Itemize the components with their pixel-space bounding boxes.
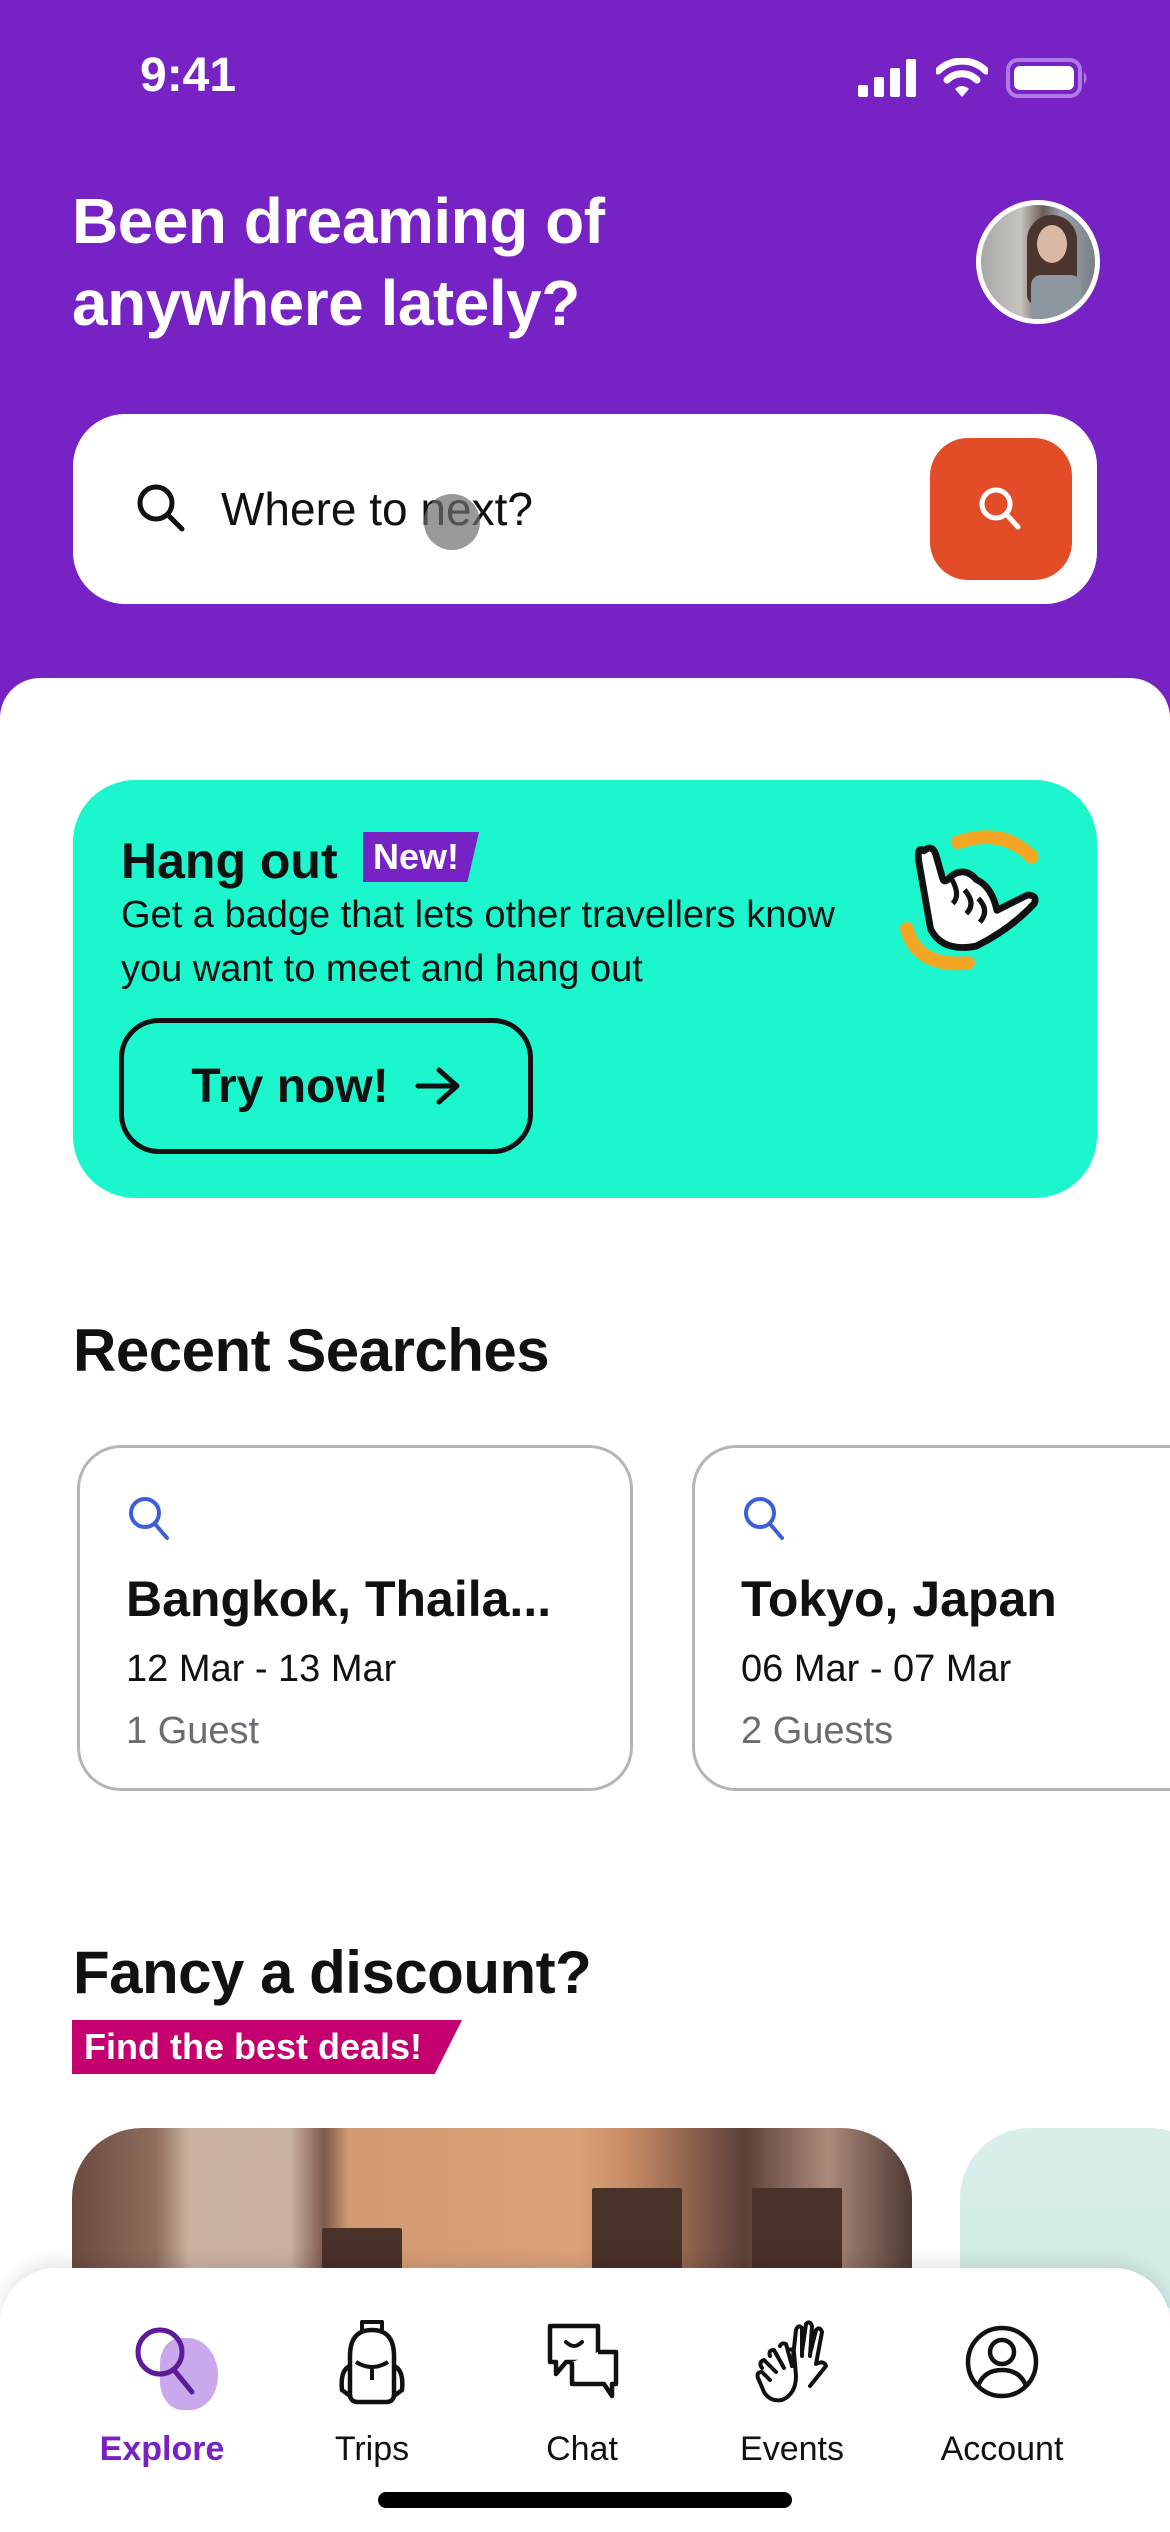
search-submit-button[interactable] [930,438,1072,580]
best-deals-tag: Find the best deals! [72,2020,463,2074]
user-circle-icon [965,2325,1039,2399]
arrow-right-icon [415,1067,460,1105]
promo-description: Get a badge that lets other travellers k… [121,894,835,990]
high-five-icon [755,2320,828,2403]
tab-events[interactable]: Events [692,2316,892,2468]
tab-label: Chat [546,2430,618,2468]
tab-label: Events [740,2430,844,2468]
headline-line-2: anywhere lately? [72,267,580,339]
status-icons [858,58,1090,98]
discount-section-title: Fancy a discount? [73,1939,592,2006]
recent-search-guests: 2 Guests [741,1710,894,1752]
search-icon [979,487,1021,530]
headline-line-1: Been dreaming of [72,185,605,257]
chat-bubbles-icon [547,2323,619,2399]
tab-label: Trips [334,2430,410,2468]
cellular-signal-icon [858,59,916,97]
search-icon [744,1497,784,1540]
wifi-icon [936,58,988,97]
backpack-icon [339,2320,405,2405]
try-now-button[interactable]: Try now! [119,1018,533,1154]
new-badge: New! [363,832,480,882]
tab-explore[interactable]: Explore [62,2316,262,2468]
tab-label: Explore [99,2430,225,2468]
shaka-hand-icon [900,830,1039,971]
tab-account[interactable]: Account [902,2316,1102,2468]
recent-search-destination: Bangkok, Thaila... [126,1571,552,1627]
recent-search-guests: 1 Guest [126,1710,260,1752]
home-indicator[interactable] [378,2492,792,2508]
recent-search-destination: Tokyo, Japan [741,1571,1057,1627]
search-icon [137,484,185,532]
search-icon [135,2327,195,2395]
status-time: 9:41 [140,49,237,102]
battery-icon [1006,58,1087,98]
hang-out-promo-card[interactable]: Hang out New! Get a badge that lets othe… [73,780,1097,1198]
recent-search-dates: 06 Mar - 07 Mar [741,1648,1012,1690]
recent-searches-title: Recent Searches [73,1317,550,1384]
tab-trips[interactable]: Trips [272,2316,472,2468]
touch-indicator [424,494,480,550]
search-icon [129,1497,169,1540]
search-bar[interactable] [73,414,1097,604]
recent-search-card[interactable]: Tokyo, Japan 06 Mar - 07 Mar 2 Guests [692,1445,1170,1791]
tab-chat[interactable]: Chat [482,2316,682,2468]
status-bar: 9:41 [0,0,1170,150]
page-headline: Been dreaming of anywhere lately? [72,180,872,344]
promo-title: Hang out [121,833,338,889]
try-now-label: Try now! [191,1059,389,1113]
recent-search-dates: 12 Mar - 13 Mar [126,1648,397,1690]
search-input[interactable] [221,478,821,540]
avatar[interactable] [976,200,1100,324]
tab-label: Account [940,2430,1064,2468]
recent-search-card[interactable]: Bangkok, Thaila... 12 Mar - 13 Mar 1 Gue… [77,1445,633,1791]
